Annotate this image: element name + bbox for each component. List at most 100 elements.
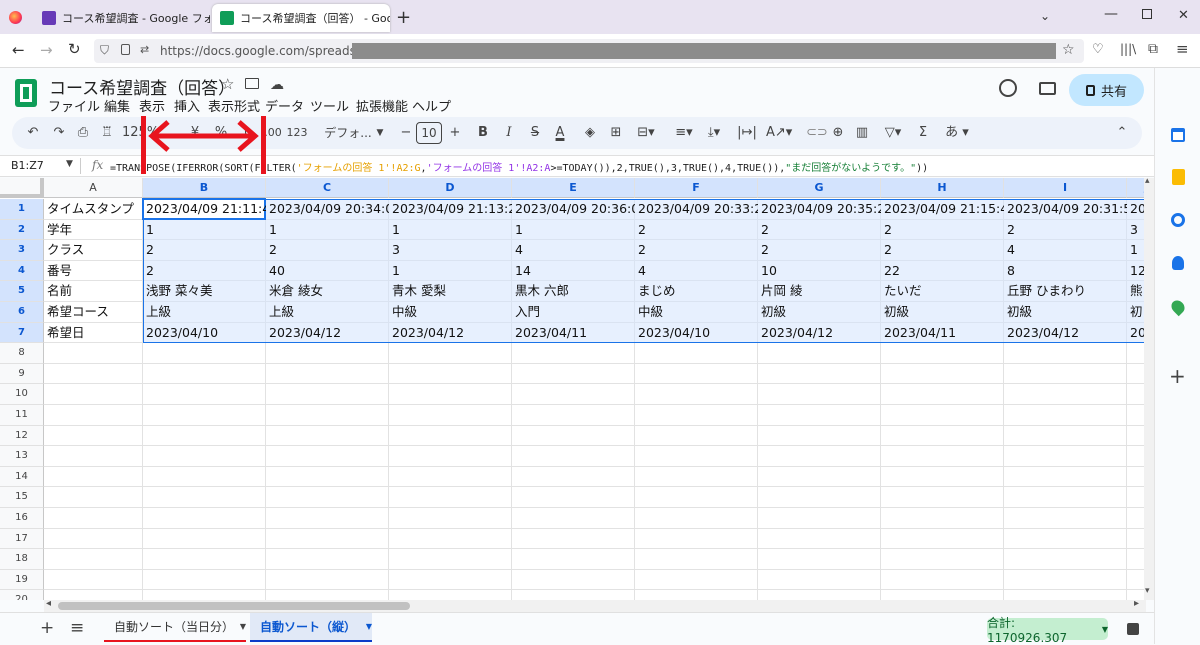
menu-view[interactable]: 表示 [139,96,165,115]
contacts-icon[interactable] [1172,256,1184,270]
cell-g2[interactable]: 2 [758,220,881,241]
cell-a7[interactable]: 希望日 [44,323,143,344]
row-header-13[interactable]: 13 [0,446,44,467]
scroll-right-icon[interactable]: ▸ [1134,598,1139,609]
cell-i6[interactable]: 初級 [1004,302,1127,323]
comment-add-icon[interactable]: ⊕ [830,117,846,149]
menu-format[interactable]: 表示形式 [208,96,260,115]
cell-c7[interactable]: 2023/04/12 [266,323,389,344]
column-header-i[interactable]: I [1004,178,1127,198]
cell-i5[interactable]: 丘野 ひまわり [1004,281,1127,302]
cell-c1[interactable]: 2023/04/09 20:34:01 [266,199,389,220]
sheet-grid[interactable]: ABCDEFGHIJ123456789101112131415161718192… [0,178,1146,600]
column-header-b[interactable]: B [143,178,266,198]
cell-e3[interactable]: 4 [512,240,635,261]
cell-g3[interactable]: 2 [758,240,881,261]
vertical-scrollbar[interactable]: ▴ ▾ [1144,176,1154,600]
cell-f5[interactable]: まじめ [635,281,758,302]
cell-e7[interactable]: 2023/04/11 [512,323,635,344]
close-window-icon[interactable]: ✕ [1178,8,1189,23]
keep-icon[interactable] [1172,169,1185,185]
row-header-11[interactable]: 11 [0,405,44,426]
cell-c2[interactable]: 1 [266,220,389,241]
url-bar[interactable]: ⛉ ⇄ https://docs.google.com/spreadsheets… [94,39,1084,63]
menu-help[interactable]: ヘルプ [412,96,451,115]
filter-icon[interactable]: ▽▾ [880,117,906,149]
functions-icon[interactable]: Σ [916,117,930,149]
cell-b6[interactable]: 上級 [143,302,266,323]
menu-tools[interactable]: ツール [310,96,349,115]
reload-icon[interactable]: ↻ [68,40,81,58]
cell-h6[interactable]: 初級 [881,302,1004,323]
extensions-icon[interactable]: ⧉ [1148,41,1158,57]
cell-e1[interactable]: 2023/04/09 20:36:01 [512,199,635,220]
cell-a2[interactable]: 学年 [44,220,143,241]
row-header-10[interactable]: 10 [0,384,44,405]
cell-c6[interactable]: 上級 [266,302,389,323]
cell-f6[interactable]: 中級 [635,302,758,323]
cell-a1[interactable]: タイムスタンプ [44,199,143,220]
cell-f1[interactable]: 2023/04/09 20:33:20 [635,199,758,220]
cell-i1[interactable]: 2023/04/09 20:31:58 [1004,199,1127,220]
input-tools-button[interactable]: あ ▾ [942,117,972,149]
cell-f3[interactable]: 2 [635,240,758,261]
cell-b5[interactable]: 浅野 菜々美 [143,281,266,302]
merge-cells-icon[interactable]: ⊟▾ [634,117,658,149]
row-header-14[interactable]: 14 [0,466,44,488]
row-header-3[interactable]: 3 [0,240,44,261]
cell-b1[interactable]: 2023/04/09 21:11:47 [143,199,266,220]
sheet-tab-vertical[interactable]: 自動ソート（縦） ▼ [250,613,372,642]
menu-extensions[interactable]: 拡張機能 [356,96,408,115]
cell-b4[interactable]: 2 [143,261,266,282]
cell-g1[interactable]: 2023/04/09 20:35:28 [758,199,881,220]
cell-h7[interactable]: 2023/04/11 [881,323,1004,344]
cell-a6[interactable]: 希望コース [44,302,143,323]
font-size-plus-button[interactable]: + [448,117,462,149]
cell-h3[interactable]: 2 [881,240,1004,261]
cell-c5[interactable]: 米倉 綾女 [266,281,389,302]
new-tab-icon[interactable]: + [396,7,411,28]
font-size-minus-button[interactable]: − [400,117,412,149]
row-header-18[interactable]: 18 [0,549,44,570]
bold-button[interactable]: B [476,117,490,149]
cell-f7[interactable]: 2023/04/10 [635,323,758,344]
horizontal-scrollbar[interactable]: ◂ ▸ [44,598,1146,612]
sheet-tab-today[interactable]: 自動ソート（当日分） ▼ [104,613,246,642]
cell-d5[interactable]: 青木 愛梨 [389,281,512,302]
cell-g7[interactable]: 2023/04/12 [758,323,881,344]
chart-icon[interactable]: ▥ [854,117,870,149]
italic-button[interactable]: I [502,117,516,149]
font-size-input[interactable]: 10 [416,122,442,144]
cell-i3[interactable]: 4 [1004,240,1127,261]
cell-i2[interactable]: 2 [1004,220,1127,241]
row-header-16[interactable]: 16 [0,508,44,529]
cell-c3[interactable]: 2 [266,240,389,261]
cell-d6[interactable]: 中級 [389,302,512,323]
cell-i4[interactable]: 8 [1004,261,1127,282]
column-header-d[interactable]: D [389,178,512,198]
history-icon[interactable] [999,79,1017,97]
name-box[interactable]: B1:Z7 [11,159,44,172]
cell-h2[interactable]: 2 [881,220,1004,241]
collapse-toolbar-icon[interactable]: ⌃ [1114,117,1130,149]
cell-b3[interactable]: 2 [143,240,266,261]
row-header-5[interactable]: 5 [0,281,44,302]
cell-h1[interactable]: 2023/04/09 21:15:45 [881,199,1004,220]
row-header-15[interactable]: 15 [0,487,44,508]
cell-f4[interactable]: 4 [635,261,758,282]
align-horizontal-icon[interactable]: ≡▾ [672,117,696,149]
cloud-status-icon[interactable]: ☁ [270,77,284,93]
restore-icon[interactable] [1142,9,1152,19]
cell-e2[interactable]: 1 [512,220,635,241]
cell-d4[interactable]: 1 [389,261,512,282]
cell-a4[interactable]: 番号 [44,261,143,282]
minimize-icon[interactable]: — [1104,6,1118,22]
scrollbar-thumb[interactable] [58,602,410,610]
text-wrap-icon[interactable]: |↦|▾ [734,117,760,172]
undo-icon[interactable]: ↶ [24,117,42,149]
sum-indicator[interactable]: 合計: 1170926.307 ▼ [987,616,1108,645]
cell-d2[interactable]: 1 [389,220,512,241]
text-color-button[interactable]: A [550,117,570,149]
explore-icon[interactable] [1127,623,1139,635]
tasks-icon[interactable] [1171,213,1185,227]
